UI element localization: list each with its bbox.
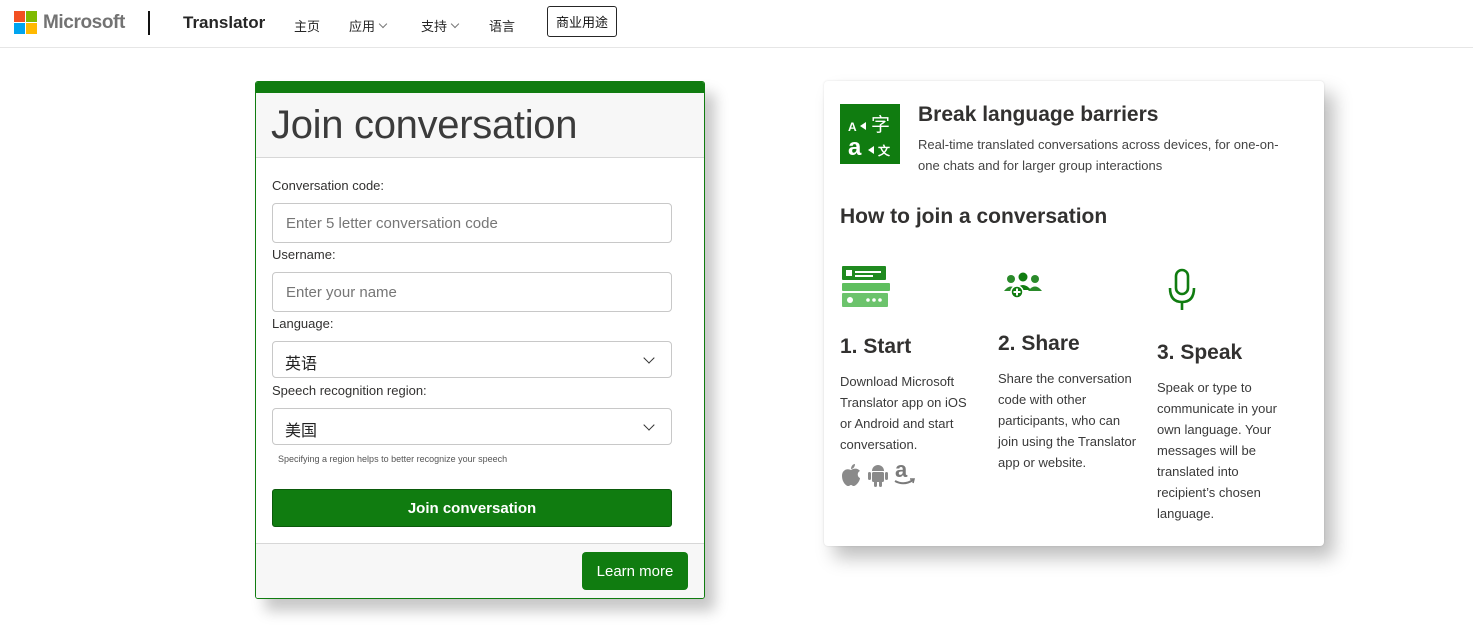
nav-apps-label: 应用 bbox=[349, 19, 376, 34]
svg-text:A: A bbox=[848, 120, 857, 134]
microsoft-logo[interactable]: Microsoft bbox=[14, 11, 125, 34]
svg-text:a: a bbox=[895, 459, 908, 482]
step-2-title: 2. Share bbox=[998, 332, 1080, 355]
nav-languages-label: 语言 bbox=[489, 19, 516, 34]
speech-region-select[interactable]: 美国 bbox=[272, 408, 672, 445]
step-3-text: Speak or type to communicate in your own… bbox=[1157, 380, 1277, 521]
step-3-title: 3. Speak bbox=[1157, 341, 1243, 364]
nav-home-link[interactable]: 主页 bbox=[294, 16, 320, 35]
amazon-icon[interactable]: a bbox=[893, 457, 916, 492]
start-screen-icon bbox=[840, 264, 892, 315]
nav-languages-link[interactable]: 语言 bbox=[489, 16, 515, 35]
chevron-down-icon bbox=[450, 19, 460, 28]
speech-region-select-value: 美国 bbox=[285, 423, 318, 440]
top-navigation: Microsoft Translator 主页 应用 支持 语言 商业用途 bbox=[0, 0, 1473, 48]
how-to-join-heading: How to join a conversation bbox=[840, 205, 1108, 228]
microsoft-logo-text: Microsoft bbox=[43, 11, 125, 33]
language-select[interactable]: 英语 bbox=[272, 341, 672, 378]
language-select-value: 英语 bbox=[285, 356, 318, 373]
svg-text:a: a bbox=[848, 134, 862, 161]
speech-region-hint: Specifying a region helps to better reco… bbox=[278, 454, 508, 464]
username-input[interactable] bbox=[272, 272, 672, 312]
conversation-code-input[interactable] bbox=[272, 203, 672, 243]
step-1-title: 1. Start bbox=[840, 335, 912, 358]
nav-home-label: 主页 bbox=[294, 19, 321, 34]
join-form: Conversation code: Username: Language: 英… bbox=[256, 158, 704, 544]
step-1-text: Download Microsoft Translator app on iOS… bbox=[840, 374, 967, 452]
translator-app-icon: A 字 a 文 bbox=[840, 104, 900, 164]
svg-text:字: 字 bbox=[871, 114, 890, 136]
translator-brand-link[interactable]: Translator bbox=[183, 13, 265, 33]
microphone-icon bbox=[1166, 268, 1198, 317]
join-conversation-button[interactable]: Join conversation bbox=[272, 489, 672, 527]
chevron-down-icon bbox=[378, 19, 388, 28]
microsoft-logo-icon bbox=[14, 11, 37, 34]
join-card-title: Join conversation bbox=[271, 103, 578, 147]
people-share-icon bbox=[1001, 271, 1045, 306]
username-label: Username: bbox=[272, 247, 336, 262]
nav-divider bbox=[148, 11, 150, 35]
nav-support-label: 支持 bbox=[421, 19, 448, 34]
info-card: A 字 a 文 Break language barriers Real-tim… bbox=[824, 81, 1324, 546]
nav-apps-menu[interactable]: 应用 bbox=[349, 16, 388, 35]
learn-more-button[interactable]: Learn more bbox=[582, 552, 688, 590]
info-title: Break language barriers bbox=[918, 103, 1159, 126]
chevron-down-icon bbox=[643, 419, 655, 431]
chevron-down-icon bbox=[643, 352, 655, 364]
svg-text:文: 文 bbox=[878, 143, 891, 158]
speech-region-label: Speech recognition region: bbox=[272, 383, 427, 398]
join-conversation-card: Join conversation Conversation code: Use… bbox=[255, 81, 705, 599]
card-accent-bar bbox=[256, 82, 704, 93]
language-label: Language: bbox=[272, 316, 334, 331]
info-subtitle: Real-time translated conversations acros… bbox=[918, 137, 1279, 173]
join-card-header: Join conversation bbox=[256, 93, 704, 158]
apple-icon[interactable] bbox=[840, 463, 862, 492]
android-icon[interactable] bbox=[868, 463, 888, 492]
step-2-text: Share the conversation code with other p… bbox=[998, 371, 1137, 470]
join-card-footer: Learn more bbox=[256, 543, 704, 598]
business-button[interactable]: 商业用途 bbox=[547, 6, 617, 37]
nav-support-menu[interactable]: 支持 bbox=[421, 16, 460, 35]
conversation-code-label: Conversation code: bbox=[272, 178, 385, 193]
